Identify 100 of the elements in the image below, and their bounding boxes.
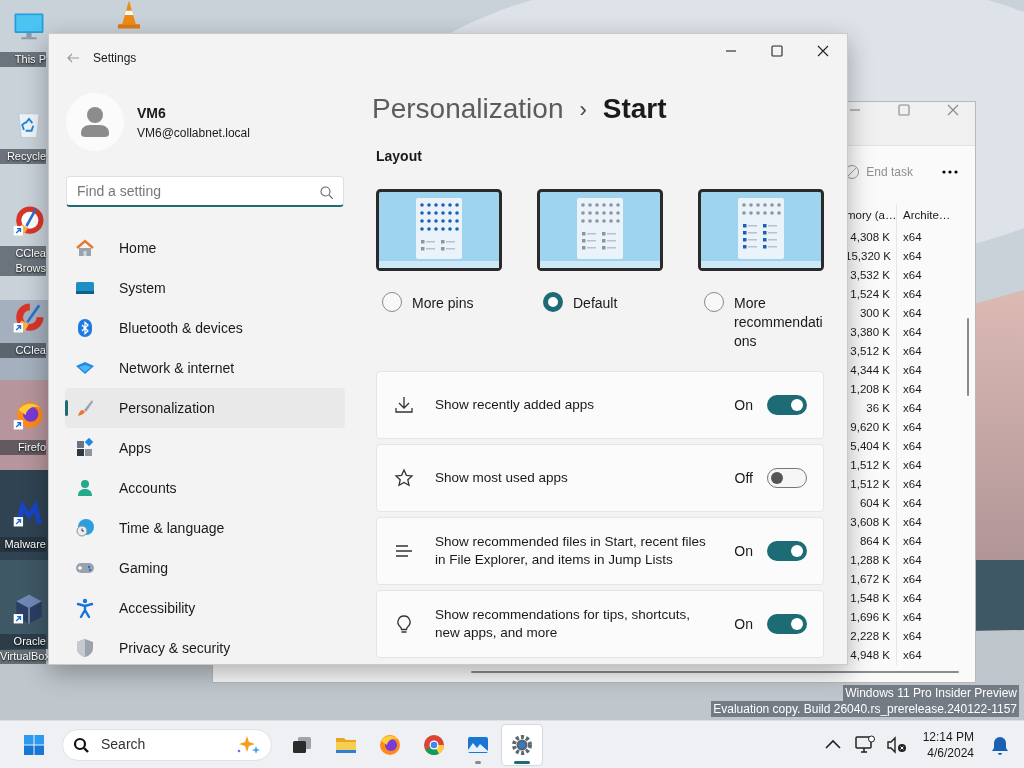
table-cell-text: x64 [902, 306, 923, 321]
radio-button[interactable] [704, 292, 724, 312]
radio-button[interactable] [543, 292, 563, 312]
bluetooth-icon [75, 318, 95, 338]
toggle-switch[interactable] [767, 395, 807, 415]
browser-icon [378, 732, 402, 757]
apps-icon [75, 438, 95, 458]
house-icon [75, 238, 95, 258]
table-cell-text: x64 [902, 591, 923, 606]
setting-label: Show most used apps [435, 469, 569, 487]
search-field[interactable]: Find a setting [66, 176, 344, 207]
table-cell-text: x64 [902, 648, 923, 663]
toggle-state-label: On [734, 541, 753, 561]
table-cell-text: x64 [902, 629, 923, 644]
nav-item[interactable]: Network & internet [65, 348, 345, 388]
gear-icon [510, 732, 534, 757]
table-cell-text: x64 [902, 287, 923, 302]
paintbrush-icon [75, 398, 95, 418]
nav-item[interactable]: Bluetooth & devices [65, 308, 345, 348]
search-box[interactable]: Search [62, 728, 272, 761]
table-cell-text: x64 [902, 534, 923, 549]
table-cell-text: x64 [902, 344, 923, 359]
scrollbar-thumb[interactable] [471, 671, 959, 673]
avatar-icon [66, 93, 124, 151]
toggle-state-label: On [734, 395, 753, 415]
globe-clock-icon [75, 518, 95, 538]
nav-item[interactable]: Accessibility [65, 588, 345, 628]
icon-label: Oracle [0, 634, 46, 649]
icon-label: Malware [0, 537, 46, 552]
table-cell-text: x64 [902, 572, 923, 587]
download-icon [394, 395, 414, 415]
table-cell-text: x64 [902, 496, 923, 511]
breadcrumb-link[interactable]: Personalization [372, 88, 564, 130]
table-cell-text: x64 [902, 420, 923, 435]
breadcrumb-separator: › [579, 95, 587, 124]
nav-item[interactable]: Personalization [65, 388, 345, 428]
table-cell-text: x64 [902, 382, 923, 397]
person-icon [75, 478, 95, 498]
star-icon [394, 468, 414, 488]
accessibility-icon [75, 598, 95, 618]
layout-preview-drawing[interactable] [537, 189, 663, 271]
table-cell-text: x64 [902, 325, 923, 340]
table-cell-text: x64 [902, 249, 923, 264]
radio-label: More recommendations [734, 294, 824, 351]
close-icon[interactable] [815, 43, 831, 59]
nav-item[interactable]: System [65, 268, 345, 308]
toggle-state-label: On [734, 614, 753, 634]
scrollbar-thumb[interactable] [967, 318, 969, 396]
nav-item[interactable]: Privacy & security [65, 628, 345, 664]
search-icon[interactable] [319, 185, 333, 199]
toggle-state-label: Off [734, 468, 753, 488]
browser-icon [422, 732, 446, 757]
clock-date[interactable]: 4/6/2024 [922, 744, 974, 761]
windows-logo-icon [22, 732, 46, 757]
table-cell-text: x64 [902, 401, 923, 416]
layout-preview-drawing[interactable] [698, 189, 824, 271]
search-input[interactable]: Search [99, 733, 225, 756]
lightbulb-icon [394, 614, 414, 634]
taskbar-button[interactable] [502, 724, 542, 765]
table-cell-text: x64 [902, 268, 923, 283]
nav-item[interactable]: Gaming [65, 548, 345, 588]
user-email: VM6@collabnet.local [137, 124, 250, 142]
nav-item[interactable]: Home [65, 228, 345, 268]
setting-label: Show recommendations for tips, shortcuts, new apps, and more [435, 606, 692, 642]
icon-label: This P [0, 52, 46, 67]
table-cell-text: x64 [902, 477, 923, 492]
table-cell-text: x64 [902, 363, 923, 378]
maximize-icon[interactable] [769, 43, 785, 59]
user-name: VM6 [137, 103, 167, 123]
clock-time[interactable]: 12:14 PM [922, 728, 974, 745]
page-title: Start [602, 92, 667, 126]
table-cell-text: x64 [902, 515, 923, 530]
broom-icon[interactable] [12, 301, 46, 335]
nav-item[interactable]: Accounts [65, 468, 345, 508]
icon-label: CClea [0, 343, 46, 358]
toggle-switch[interactable] [767, 614, 807, 634]
icon-label: Brows [0, 261, 46, 276]
table-cell-text: x64 [902, 553, 923, 568]
system-notice-text: Evaluation copy. Build 26040.rs_prerelease.240122-1157 [711, 701, 1019, 717]
radio-label: More pins [412, 294, 475, 313]
nav-item[interactable]: Apps [65, 428, 345, 468]
setting-label: Show recommended files in Start, recent files in File Explorer, and items in Jump Lists [435, 533, 707, 569]
shield-icon [75, 638, 95, 658]
layout-preview-drawing[interactable] [376, 189, 502, 271]
table-cell-text: x64 [902, 458, 923, 473]
window-title: Settings [93, 50, 137, 67]
column-header[interactable]: Archite… [897, 204, 955, 228]
search-icon [73, 736, 89, 753]
icon-label: CClea [0, 246, 46, 261]
setting-label: Show recently added apps [435, 396, 596, 414]
radio-button[interactable] [382, 292, 402, 312]
table-cell-text: x64 [902, 610, 923, 625]
system-notice-text: Windows 11 Pro Insider Preview [843, 685, 1019, 701]
toggle-switch[interactable] [767, 541, 807, 561]
nav-item[interactable]: Time & language [65, 508, 345, 548]
broom-icon[interactable] [12, 204, 46, 238]
radio-label: Default [573, 294, 619, 313]
table-cell-text: x64 [902, 230, 923, 245]
toggle-switch[interactable] [767, 468, 807, 488]
table-cell-text: x64 [902, 439, 923, 454]
